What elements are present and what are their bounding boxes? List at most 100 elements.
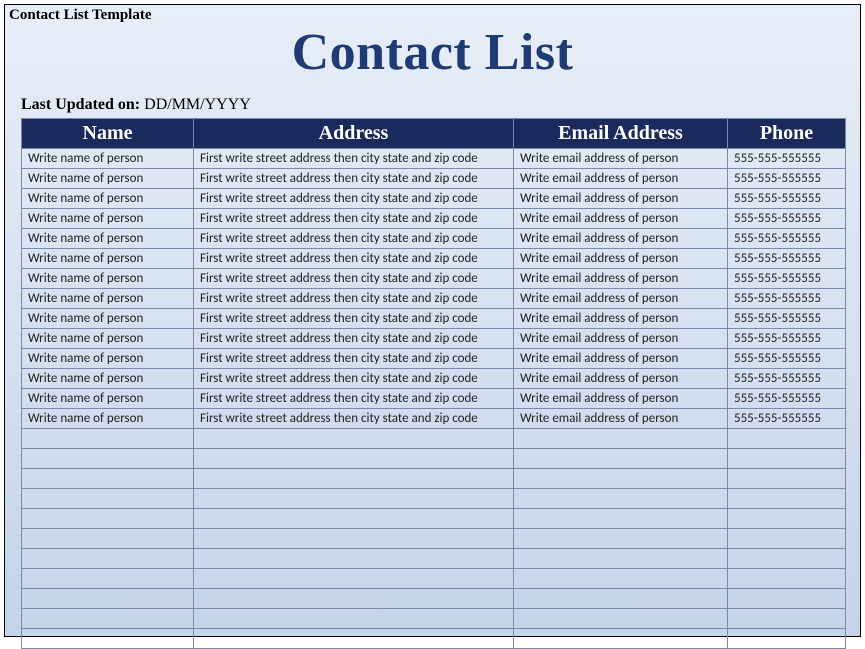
cell-phone[interactable]: 555-555-555555 [728, 149, 846, 169]
cell-address[interactable]: First write street address then city sta… [194, 149, 514, 169]
cell-name[interactable]: Write name of person [22, 169, 194, 189]
cell-empty[interactable] [514, 529, 728, 549]
cell-empty[interactable] [22, 549, 194, 569]
cell-name[interactable]: Write name of person [22, 249, 194, 269]
cell-empty[interactable] [514, 609, 728, 629]
cell-phone[interactable]: 555-555-555555 [728, 269, 846, 289]
cell-empty[interactable] [22, 509, 194, 529]
cell-name[interactable]: Write name of person [22, 309, 194, 329]
cell-name[interactable]: Write name of person [22, 189, 194, 209]
cell-empty[interactable] [22, 529, 194, 549]
cell-email[interactable]: Write email address of person [514, 369, 728, 389]
cell-address[interactable]: First write street address then city sta… [194, 189, 514, 209]
cell-address[interactable]: First write street address then city sta… [194, 309, 514, 329]
cell-email[interactable]: Write email address of person [514, 269, 728, 289]
cell-address[interactable]: First write street address then city sta… [194, 209, 514, 229]
cell-empty[interactable] [728, 489, 846, 509]
cell-address[interactable]: First write street address then city sta… [194, 329, 514, 349]
cell-empty[interactable] [22, 629, 194, 649]
cell-name[interactable]: Write name of person [22, 209, 194, 229]
cell-empty[interactable] [514, 489, 728, 509]
cell-empty[interactable] [514, 589, 728, 609]
cell-email[interactable]: Write email address of person [514, 309, 728, 329]
cell-empty[interactable] [728, 569, 846, 589]
cell-email[interactable]: Write email address of person [514, 349, 728, 369]
cell-address[interactable]: First write street address then city sta… [194, 229, 514, 249]
cell-empty[interactable] [728, 529, 846, 549]
cell-empty[interactable] [22, 449, 194, 469]
cell-phone[interactable]: 555-555-555555 [728, 349, 846, 369]
cell-address[interactable]: First write street address then city sta… [194, 349, 514, 369]
cell-empty[interactable] [514, 509, 728, 529]
cell-name[interactable]: Write name of person [22, 409, 194, 429]
cell-email[interactable]: Write email address of person [514, 169, 728, 189]
cell-empty[interactable] [514, 629, 728, 649]
cell-email[interactable]: Write email address of person [514, 229, 728, 249]
cell-empty[interactable] [194, 489, 514, 509]
cell-empty[interactable] [194, 449, 514, 469]
cell-name[interactable]: Write name of person [22, 269, 194, 289]
cell-name[interactable]: Write name of person [22, 389, 194, 409]
cell-empty[interactable] [728, 609, 846, 629]
cell-address[interactable]: First write street address then city sta… [194, 289, 514, 309]
cell-empty[interactable] [728, 429, 846, 449]
cell-empty[interactable] [514, 429, 728, 449]
cell-phone[interactable]: 555-555-555555 [728, 209, 846, 229]
cell-empty[interactable] [194, 549, 514, 569]
cell-empty[interactable] [194, 469, 514, 489]
cell-empty[interactable] [194, 589, 514, 609]
cell-empty[interactable] [728, 449, 846, 469]
cell-email[interactable]: Write email address of person [514, 389, 728, 409]
cell-empty[interactable] [194, 569, 514, 589]
cell-phone[interactable]: 555-555-555555 [728, 309, 846, 329]
cell-phone[interactable]: 555-555-555555 [728, 229, 846, 249]
cell-empty[interactable] [22, 589, 194, 609]
cell-empty[interactable] [728, 509, 846, 529]
cell-email[interactable]: Write email address of person [514, 209, 728, 229]
cell-email[interactable]: Write email address of person [514, 249, 728, 269]
cell-empty[interactable] [194, 429, 514, 449]
cell-phone[interactable]: 555-555-555555 [728, 329, 846, 349]
cell-phone[interactable]: 555-555-555555 [728, 369, 846, 389]
cell-phone[interactable]: 555-555-555555 [728, 189, 846, 209]
cell-phone[interactable]: 555-555-555555 [728, 409, 846, 429]
cell-empty[interactable] [194, 629, 514, 649]
cell-empty[interactable] [728, 589, 846, 609]
cell-address[interactable]: First write street address then city sta… [194, 249, 514, 269]
cell-empty[interactable] [22, 469, 194, 489]
cell-name[interactable]: Write name of person [22, 349, 194, 369]
cell-empty[interactable] [514, 569, 728, 589]
cell-email[interactable]: Write email address of person [514, 289, 728, 309]
cell-email[interactable]: Write email address of person [514, 149, 728, 169]
cell-address[interactable]: First write street address then city sta… [194, 409, 514, 429]
cell-address[interactable]: First write street address then city sta… [194, 369, 514, 389]
cell-phone[interactable]: 555-555-555555 [728, 249, 846, 269]
cell-empty[interactable] [728, 629, 846, 649]
cell-name[interactable]: Write name of person [22, 229, 194, 249]
cell-empty[interactable] [514, 549, 728, 569]
cell-name[interactable]: Write name of person [22, 149, 194, 169]
cell-empty[interactable] [194, 609, 514, 629]
cell-address[interactable]: First write street address then city sta… [194, 269, 514, 289]
cell-empty[interactable] [514, 469, 728, 489]
cell-empty[interactable] [514, 449, 728, 469]
cell-empty[interactable] [22, 569, 194, 589]
cell-empty[interactable] [728, 469, 846, 489]
cell-name[interactable]: Write name of person [22, 369, 194, 389]
cell-empty[interactable] [22, 489, 194, 509]
cell-email[interactable]: Write email address of person [514, 409, 728, 429]
cell-email[interactable]: Write email address of person [514, 189, 728, 209]
cell-address[interactable]: First write street address then city sta… [194, 169, 514, 189]
cell-name[interactable]: Write name of person [22, 289, 194, 309]
cell-address[interactable]: First write street address then city sta… [194, 389, 514, 409]
cell-phone[interactable]: 555-555-555555 [728, 389, 846, 409]
cell-empty[interactable] [194, 509, 514, 529]
cell-name[interactable]: Write name of person [22, 329, 194, 349]
cell-empty[interactable] [22, 429, 194, 449]
cell-phone[interactable]: 555-555-555555 [728, 169, 846, 189]
cell-empty[interactable] [728, 549, 846, 569]
cell-email[interactable]: Write email address of person [514, 329, 728, 349]
cell-empty[interactable] [22, 609, 194, 629]
cell-phone[interactable]: 555-555-555555 [728, 289, 846, 309]
cell-empty[interactable] [194, 529, 514, 549]
